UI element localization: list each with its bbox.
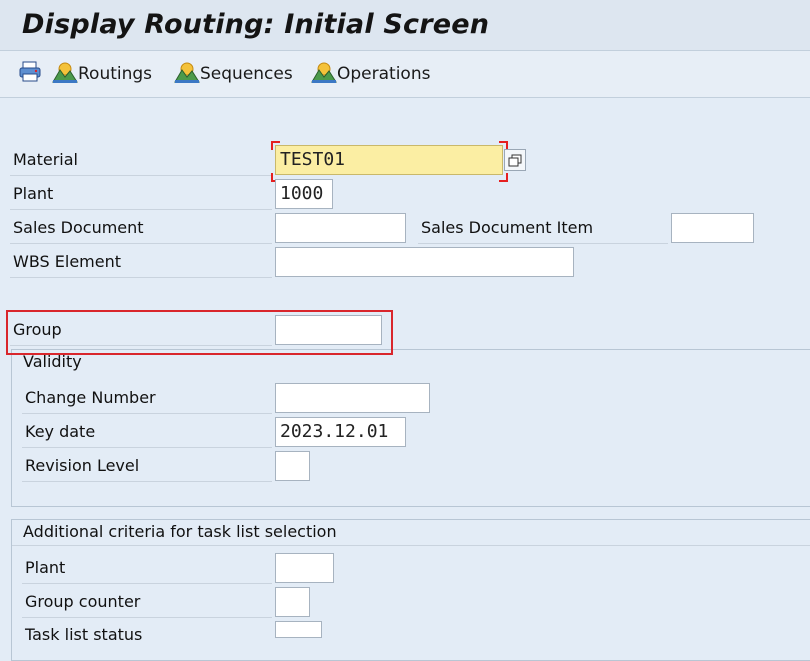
wbs-element-input[interactable] — [275, 247, 574, 277]
change-number-label: Change Number — [25, 388, 156, 407]
sales-document-underline — [10, 243, 272, 244]
plant-label: Plant — [13, 184, 54, 203]
routings-button[interactable]: Routings — [52, 62, 152, 86]
additional-plant-underline — [22, 583, 272, 584]
material-label: Material — [13, 150, 78, 169]
mountain-icon — [52, 60, 78, 88]
application-toolbar: Routings Sequences Operations — [0, 51, 810, 98]
additional-plant-label: Plant — [25, 558, 66, 577]
additional-plant-input[interactable] — [275, 553, 334, 583]
print-button[interactable] — [18, 61, 42, 87]
material-search-help-button[interactable] — [504, 149, 526, 171]
search-help-icon — [508, 153, 522, 172]
required-marker — [499, 173, 508, 182]
required-marker — [271, 141, 280, 150]
group-highlight-box — [6, 310, 393, 355]
group-counter-underline — [22, 617, 272, 618]
sales-document-item-underline — [418, 243, 668, 244]
group-counter-input[interactable] — [275, 587, 310, 617]
key-date-underline — [22, 447, 272, 448]
key-date-input[interactable]: 2023.12.01 — [275, 417, 406, 447]
revision-level-underline — [22, 481, 272, 482]
sequences-label: Sequences — [200, 64, 293, 84]
operations-button[interactable]: Operations — [311, 62, 430, 86]
change-number-input[interactable] — [275, 383, 430, 413]
material-underline — [10, 175, 272, 176]
operations-label: Operations — [337, 64, 431, 84]
wbs-element-label: WBS Element — [13, 252, 121, 271]
mountain-icon — [174, 60, 200, 88]
additional-criteria-divider — [12, 545, 810, 546]
task-list-status-input[interactable] — [275, 621, 322, 638]
additional-criteria-title: Additional criteria for task list select… — [23, 522, 337, 541]
revision-level-label: Revision Level — [25, 456, 140, 475]
sequences-button[interactable]: Sequences — [174, 62, 293, 86]
plant-input[interactable]: 1000 — [275, 179, 333, 209]
title-bar: Display Routing: Initial Screen — [0, 0, 810, 51]
sales-document-label: Sales Document — [13, 218, 144, 237]
validity-group-box — [11, 349, 810, 507]
task-list-status-label: Task list status — [25, 625, 143, 644]
plant-underline — [10, 209, 272, 210]
material-input[interactable]: TEST01 — [275, 145, 503, 175]
routings-label: Routings — [78, 64, 153, 84]
group-counter-label: Group counter — [25, 592, 141, 611]
page-title: Display Routing: Initial Screen — [22, 9, 490, 40]
revision-level-input[interactable] — [275, 451, 310, 481]
sales-document-item-label: Sales Document Item — [421, 218, 594, 237]
sales-document-item-input[interactable] — [671, 213, 754, 243]
key-date-label: Key date — [25, 422, 96, 441]
mountain-icon — [311, 60, 337, 88]
change-number-underline — [22, 413, 272, 414]
print-icon — [18, 61, 42, 87]
wbs-element-underline — [10, 277, 272, 278]
sales-document-input[interactable] — [275, 213, 406, 243]
